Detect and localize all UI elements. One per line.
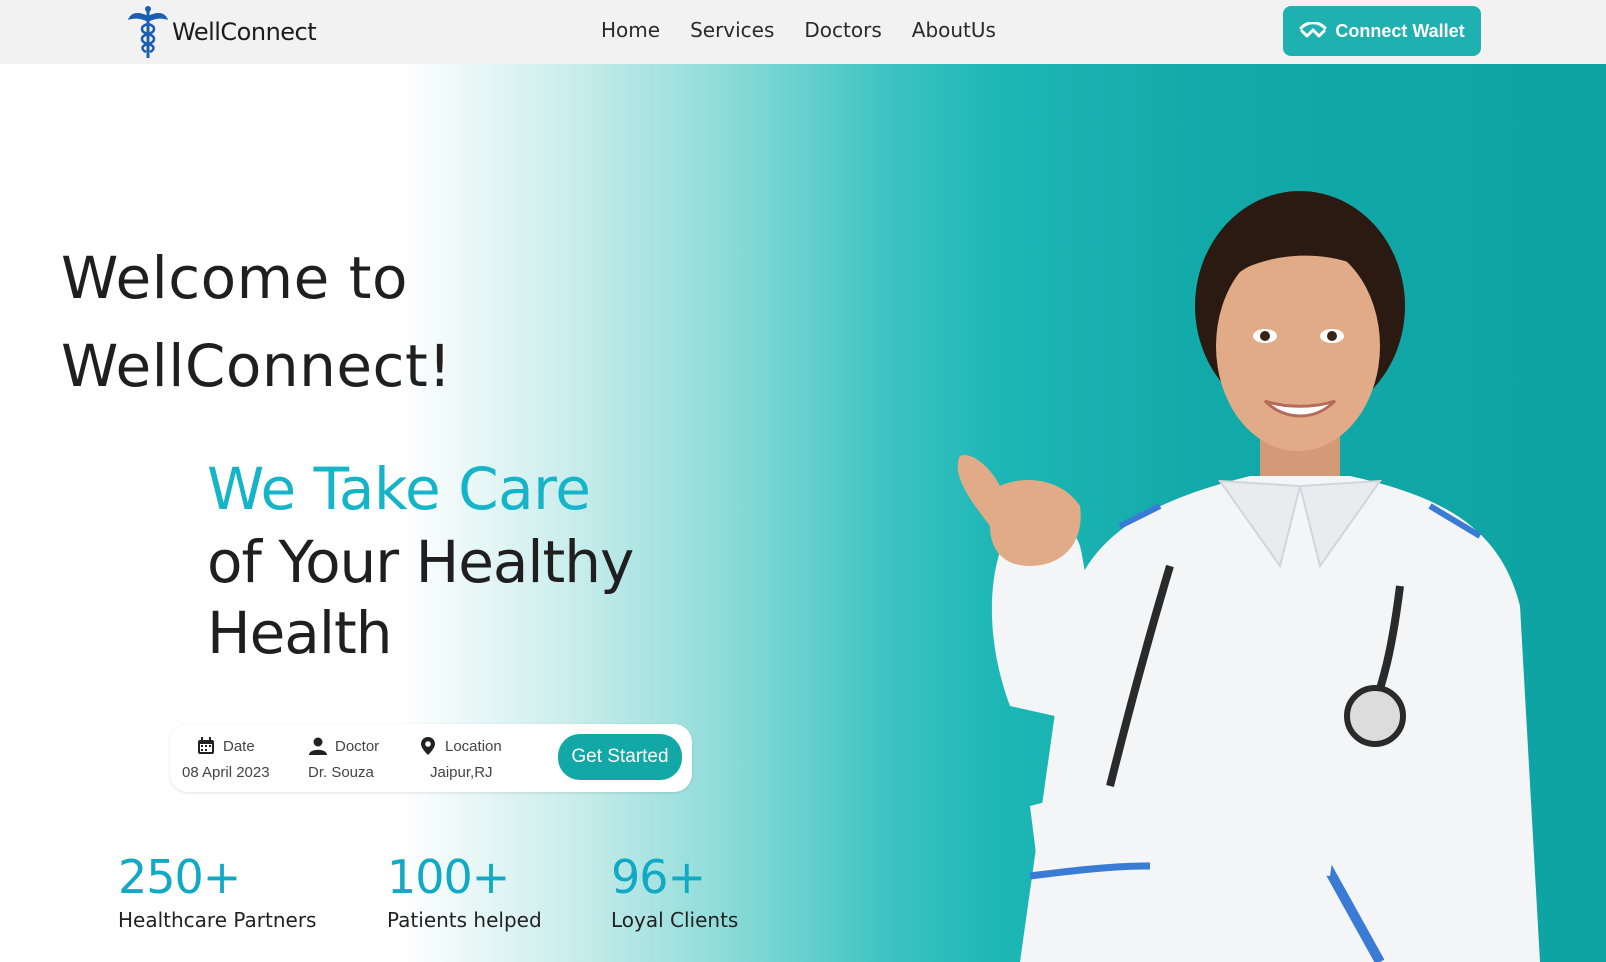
doctor-photo [957, 191, 1540, 962]
brand-name: WellConnect [172, 18, 317, 46]
date-field[interactable]: Date 08 April 2023 [182, 736, 270, 781]
stat-loyal-clients: 96+ Loyal Clients [611, 852, 738, 932]
welcome-line-1: Welcome to [61, 244, 408, 312]
nav-links: Home Services Doctors AboutUs [601, 18, 996, 42]
person-icon [309, 737, 327, 755]
doctor-label: Doctor [335, 737, 380, 755]
caduceus-icon [128, 6, 168, 58]
nav-item-doctors[interactable]: Doctors [804, 18, 881, 42]
connect-wallet-label: Connect Wallet [1335, 20, 1465, 41]
location-label: Location [445, 737, 502, 755]
stat-healthcare-partners: 250+ Healthcare Partners [118, 852, 316, 932]
welcome-line-2: WellConnect! [61, 332, 452, 400]
tagline-line-3: Health [207, 599, 392, 667]
brand[interactable]: WellConnect [126, 4, 317, 60]
nav-item-aboutus[interactable]: AboutUs [912, 18, 996, 42]
stat-value: 96+ [611, 850, 706, 904]
date-label: Date [223, 737, 255, 755]
connect-wallet-button[interactable]: Connect Wallet [1283, 6, 1481, 56]
stat-value: 250+ [118, 850, 241, 904]
stat-label: Patients helped [387, 908, 542, 932]
get-started-button[interactable]: Get Started [558, 734, 682, 780]
tagline-line-2: of Your Healthy [207, 528, 634, 596]
location-value: Jaipur,RJ [430, 764, 493, 781]
top-navbar: WellConnect Home Services Doctors AboutU… [0, 0, 1606, 64]
welcome-heading: Welcome to WellConnect! [61, 234, 661, 410]
wallet-connect-icon [1299, 22, 1327, 38]
stat-label: Healthcare Partners [118, 908, 317, 932]
stat-patients-helped: 100+ Patients helped [387, 852, 542, 932]
location-pin-icon [421, 737, 435, 755]
doctor-value: Dr. Souza [308, 764, 374, 781]
nav-item-home[interactable]: Home [601, 18, 660, 42]
tagline-highlight: We Take Care [207, 455, 591, 523]
calendar-icon [198, 737, 214, 754]
date-value: 08 April 2023 [182, 764, 270, 781]
nav-item-services[interactable]: Services [690, 18, 774, 42]
location-field[interactable]: Location Jaipur,RJ [418, 736, 502, 781]
doctor-field[interactable]: Doctor Dr. Souza [308, 736, 379, 781]
stat-value: 100+ [387, 850, 510, 904]
tagline: of Your Healthy Health [207, 527, 687, 669]
stat-label: Loyal Clients [611, 908, 739, 932]
appointment-booking-bar: Date 08 April 2023 Doctor Dr. Souza Loca… [170, 724, 692, 792]
